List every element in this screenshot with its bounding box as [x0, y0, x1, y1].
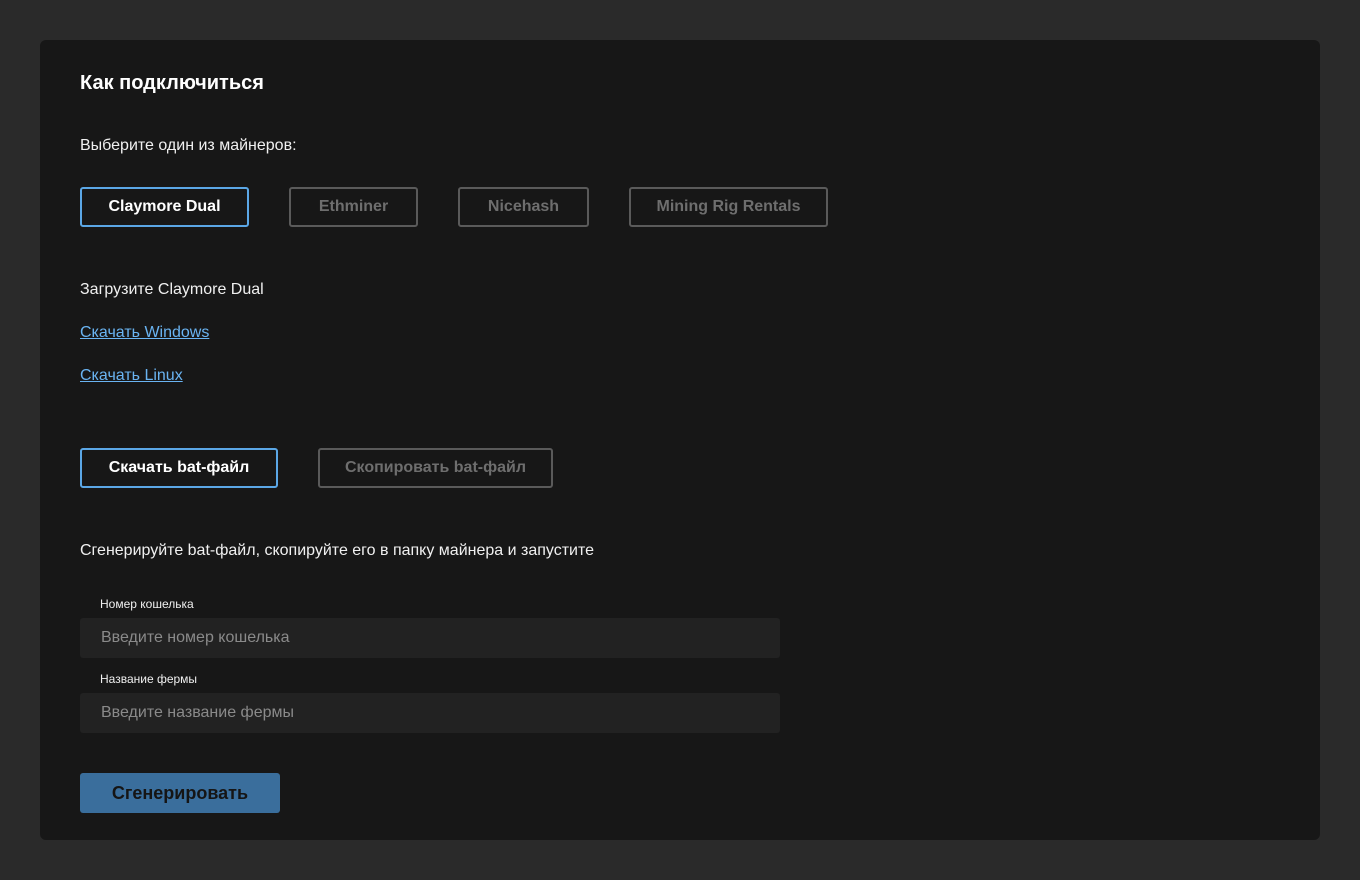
copy-bat-button[interactable]: Скопировать bat-файл [318, 448, 553, 488]
wallet-input[interactable] [80, 618, 780, 658]
wallet-label: Номер кошелька [100, 597, 194, 611]
download-linux-link[interactable]: Скачать Linux [80, 366, 183, 386]
download-title: Загрузите Claymore Dual [80, 281, 264, 298]
download-windows-link[interactable]: Скачать Windows [80, 323, 209, 343]
miner-tab-ethminer[interactable]: Ethminer [289, 187, 418, 227]
miner-tab-nicehash[interactable]: Nicehash [458, 187, 589, 227]
miner-select-prompt: Выберите один из майнеров: [80, 137, 297, 154]
miner-tab-mining-rig-rentals[interactable]: Mining Rig Rentals [629, 187, 828, 227]
connection-panel: Как подключиться Выберите один из майнер… [40, 40, 1320, 840]
generate-instruction: Сгенерируйте bat-файл, скопируйте его в … [80, 542, 595, 559]
farm-label: Название фермы [100, 672, 198, 686]
page-title: Как подключиться [80, 72, 264, 94]
farm-name-input[interactable] [80, 693, 780, 733]
generate-button[interactable]: Сгенерировать [80, 773, 280, 813]
miner-tab-claymore-dual[interactable]: Claymore Dual [80, 187, 249, 227]
download-bat-button[interactable]: Скачать bat-файл [80, 448, 278, 488]
